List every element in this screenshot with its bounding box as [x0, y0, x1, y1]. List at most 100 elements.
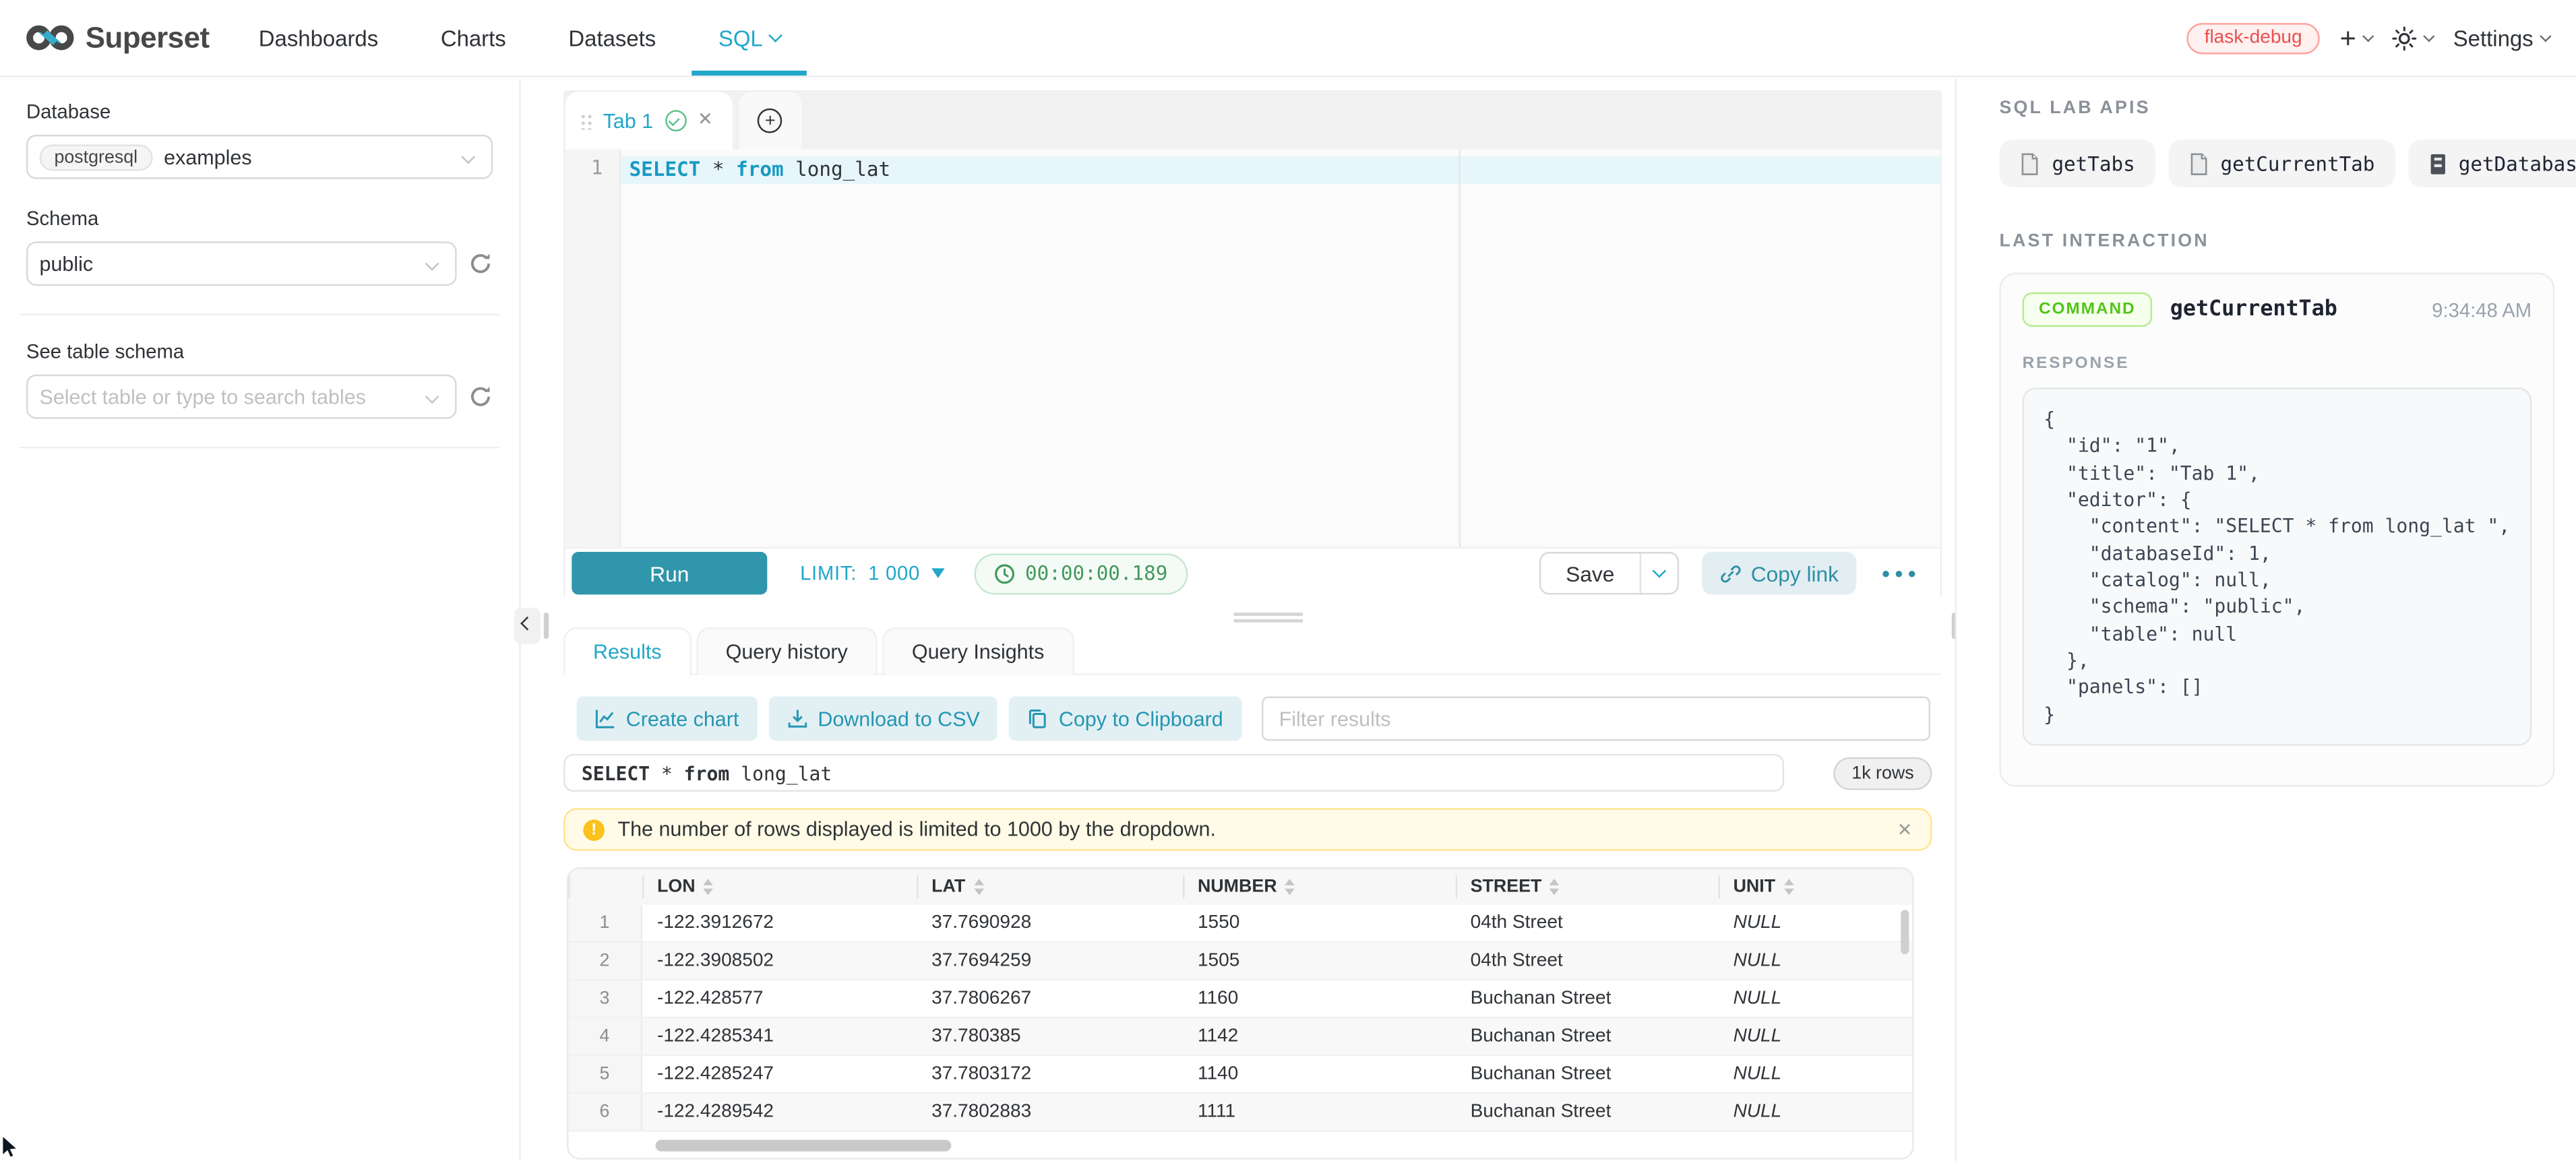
theme-menu[interactable]: [2393, 26, 2434, 51]
column-header-number[interactable]: NUMBER: [1183, 869, 1456, 905]
results-resize-handle[interactable]: [1234, 608, 1303, 627]
limit-dropdown[interactable]: LIMIT: 1 000: [800, 562, 945, 585]
table-cell: 1550: [1183, 905, 1456, 941]
run-button[interactable]: Run: [572, 552, 767, 594]
row-number: 6: [568, 1094, 642, 1130]
sun-icon: [2393, 26, 2418, 51]
database-select[interactable]: postgresql examples: [26, 135, 493, 179]
refresh-tables-icon[interactable]: [468, 384, 493, 409]
nav-dashboards-label: Dashboards: [259, 26, 378, 51]
database-value: examples: [164, 146, 251, 168]
table-cell: NULL: [1719, 980, 1913, 1017]
column-header-label: STREET: [1471, 877, 1542, 897]
save-options-button[interactable]: [1639, 553, 1677, 593]
column-header-label: NUMBER: [1198, 877, 1277, 897]
query-editor-block: Tab 1 ✕ + 1 SELECT * from long_lat: [563, 90, 1942, 598]
sort-icon[interactable]: [973, 879, 983, 895]
table-cell: 37.780385: [917, 1018, 1183, 1055]
more-actions-button[interactable]: ●●●: [1881, 565, 1920, 582]
api-buttons: getTabs getCurrentTab getDatabases: [1999, 139, 2554, 187]
nav-sql[interactable]: SQL: [718, 0, 781, 75]
print-margin-line: [1459, 150, 1461, 547]
chevron-down-icon: [2540, 30, 2551, 41]
refresh-schemas-icon[interactable]: [468, 251, 493, 276]
sidebar-splitter[interactable]: [544, 613, 549, 639]
sort-icon[interactable]: [1783, 879, 1793, 895]
limit-label: LIMIT:: [800, 562, 857, 585]
navbar-right: flask-debug + Settings: [2186, 22, 2550, 53]
column-header-lat[interactable]: LAT: [917, 869, 1183, 905]
schema-select[interactable]: public: [26, 241, 457, 286]
editor-tab-1[interactable]: Tab 1 ✕: [565, 92, 733, 150]
nav-charts[interactable]: Charts: [441, 0, 506, 75]
save-button[interactable]: Save: [1541, 553, 1639, 593]
save-split-button: Save: [1539, 552, 1678, 594]
table-cell: 04th Street: [1456, 905, 1719, 941]
copy-clipboard-button[interactable]: Copy to Clipboard: [1010, 697, 1241, 741]
close-warning-icon[interactable]: ✕: [1897, 819, 1912, 840]
tab-results[interactable]: Results: [563, 627, 691, 675]
table-cell: NULL: [1719, 1094, 1913, 1130]
table-cell: Buchanan Street: [1456, 980, 1719, 1017]
collapse-sidebar-button[interactable]: [514, 608, 541, 644]
caret-down-icon: [931, 568, 945, 578]
chevron-down-icon: [2363, 30, 2374, 41]
results-tabbar: Results Query history Query Insights: [563, 627, 1942, 675]
get-tabs-label: getTabs: [2052, 152, 2135, 175]
sort-icon[interactable]: [704, 879, 714, 895]
superset-logo[interactable]: Superset: [26, 20, 210, 55]
table-select[interactable]: Select table or type to search tables: [26, 375, 457, 419]
table-row: 2-122.390850237.7694259150504th StreetNU…: [568, 943, 1912, 980]
nav-dashboards[interactable]: Dashboards: [259, 0, 378, 75]
superset-logo-icon: [26, 22, 74, 55]
sql-lab-page: Superset Dashboards Charts Datasets SQL …: [0, 0, 2576, 1161]
table-row: 6-122.428954237.78028831111Buchanan Stre…: [568, 1094, 1912, 1131]
sort-icon[interactable]: [1285, 879, 1295, 895]
horizontal-scrollbar[interactable]: [656, 1140, 952, 1152]
editor-code-pane[interactable]: SELECT * from long_lat: [621, 150, 1940, 547]
tab-results-label: Results: [593, 641, 662, 664]
sql-code-editor[interactable]: 1 SELECT * from long_lat: [565, 150, 1940, 547]
tab-query-insights[interactable]: Query Insights: [882, 627, 1074, 675]
column-header-unit[interactable]: UNIT: [1719, 869, 1913, 905]
copy-link-button[interactable]: Copy link: [1702, 552, 1857, 594]
close-tab-icon[interactable]: ✕: [698, 112, 712, 130]
filter-results-input[interactable]: [1261, 697, 1930, 741]
column-header-street[interactable]: STREET: [1456, 869, 1719, 905]
database-engine-tag: postgresql: [40, 144, 153, 170]
nav-datasets[interactable]: Datasets: [568, 0, 656, 75]
get-databases-button[interactable]: getDatabases: [2408, 139, 2576, 187]
table-cell: 37.7690928: [917, 905, 1183, 941]
add-tab-button[interactable]: +: [739, 92, 801, 150]
download-csv-button[interactable]: Download to CSV: [768, 697, 998, 741]
table-cell: -122.3908502: [642, 943, 917, 979]
top-navbar: Superset Dashboards Charts Datasets SQL …: [0, 0, 2576, 77]
create-chart-button[interactable]: Create chart: [577, 697, 758, 741]
table-cell: -122.4289542: [642, 1094, 917, 1130]
copy-icon: [1028, 708, 1049, 730]
chevron-down-icon: [425, 390, 439, 404]
settings-menu[interactable]: Settings: [2453, 26, 2550, 51]
plus-icon: +: [2340, 24, 2356, 51]
table-cell: -122.4285341: [642, 1018, 917, 1055]
sort-icon[interactable]: [1550, 879, 1560, 895]
table-cell: 1160: [1183, 980, 1456, 1017]
new-menu[interactable]: +: [2340, 24, 2373, 51]
line-number: 1: [565, 156, 603, 179]
chevron-down-icon: [769, 28, 783, 42]
apis-heading: SQL LAB APIS: [1999, 98, 2554, 118]
table-cell: NULL: [1719, 1018, 1913, 1055]
column-header-lon[interactable]: LON: [642, 869, 917, 905]
table-cell: Buchanan Street: [1456, 1094, 1719, 1130]
row-number: 1: [568, 905, 642, 941]
tab-query-history[interactable]: Query history: [696, 627, 878, 675]
copy-link-label: Copy link: [1751, 561, 1839, 586]
schema-label: Schema: [26, 207, 493, 230]
table-cell: 1505: [1183, 943, 1456, 979]
chevron-down-icon: [461, 150, 475, 164]
divider: [20, 447, 499, 448]
vertical-scrollbar[interactable]: [1901, 910, 1909, 954]
drag-handle-icon[interactable]: [580, 112, 591, 130]
get-tabs-button[interactable]: getTabs: [1999, 139, 2155, 187]
get-current-tab-button[interactable]: getCurrentTab: [2168, 139, 2394, 187]
